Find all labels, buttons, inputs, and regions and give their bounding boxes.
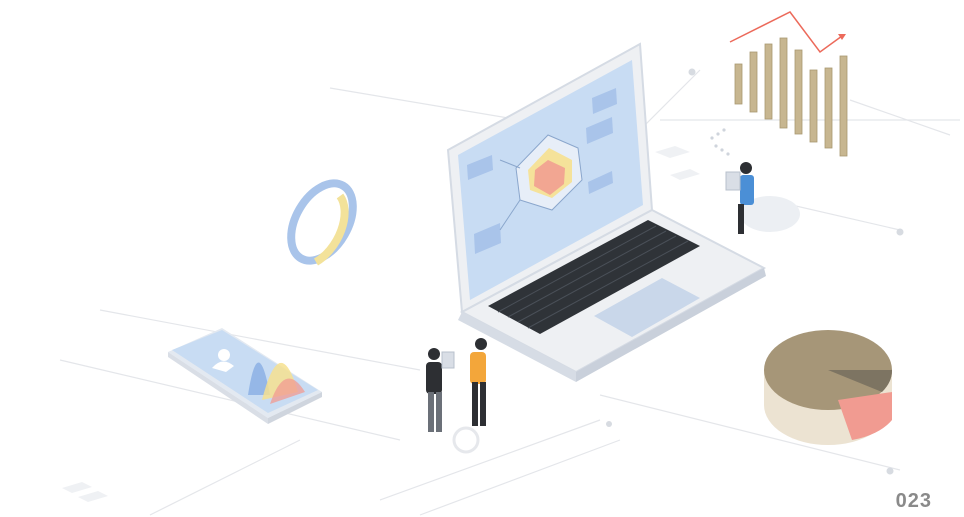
- laptop-icon: [446, 42, 767, 382]
- pie-chart-icon: [764, 330, 893, 445]
- isometric-illustration: [59, 11, 960, 516]
- ring-chart-icon: [287, 179, 357, 266]
- dot-trail: [710, 128, 730, 156]
- gear-icon: [452, 426, 480, 454]
- smartphone-icon: [168, 328, 322, 424]
- person-icon: [470, 338, 487, 426]
- bar-chart-icon: [729, 11, 848, 157]
- illustration-stage: 023: [0, 0, 964, 517]
- person-icon: [426, 348, 455, 432]
- page-number: 023: [895, 490, 932, 512]
- person-icon: [725, 162, 800, 234]
